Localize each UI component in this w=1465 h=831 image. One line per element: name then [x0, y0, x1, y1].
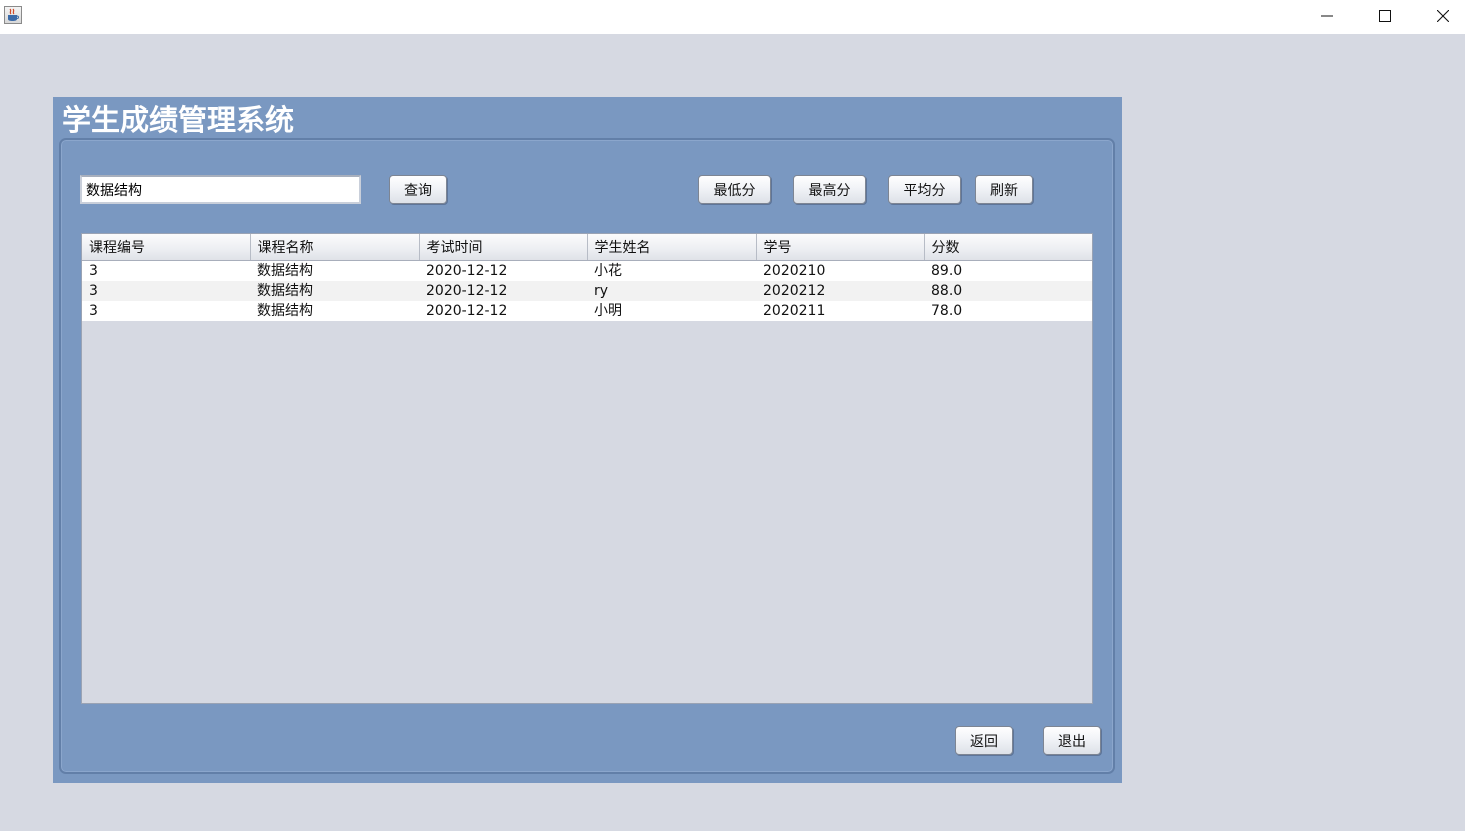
min-score-button[interactable]: 最低分: [698, 175, 771, 204]
table-cell: 2020212: [756, 281, 924, 301]
table-cell: 3: [82, 281, 250, 301]
max-score-button[interactable]: 最高分: [793, 175, 866, 204]
java-cup-icon[interactable]: [4, 6, 22, 24]
table-cell: 小花: [587, 260, 756, 281]
column-header[interactable]: 课程名称: [250, 234, 420, 261]
avg-score-button[interactable]: 平均分: [888, 175, 961, 204]
table-cell: 88.0: [924, 281, 1092, 301]
table-cell: 数据结构: [250, 260, 419, 281]
main-frame: 学生成绩管理系统 查询 最低分 最高分 平均分 刷新 课程编号 课程名称 考试时…: [53, 97, 1122, 783]
table-header-row: 课程编号 课程名称 考试时间 学生姓名 学号 分数: [82, 234, 1092, 261]
close-button[interactable]: [1414, 0, 1465, 32]
column-header[interactable]: 课程编号: [82, 234, 251, 261]
table-cell: 78.0: [924, 301, 1092, 321]
maximize-button[interactable]: [1356, 0, 1414, 32]
table-cell: 数据结构: [250, 301, 419, 321]
refresh-button[interactable]: 刷新: [975, 175, 1033, 204]
table-row[interactable]: 3 数据结构 2020-12-12 小明 2020211 78.0: [82, 301, 1092, 321]
scores-table[interactable]: 课程编号 课程名称 考试时间 学生姓名 学号 分数 3 数据结构 2020-12…: [81, 233, 1093, 704]
column-header[interactable]: 考试时间: [419, 234, 588, 261]
minimize-button[interactable]: [1298, 0, 1356, 32]
table-row[interactable]: 3 数据结构 2020-12-12 小花 2020210 89.0: [82, 260, 1092, 281]
table-cell: 2020211: [756, 301, 924, 321]
table-cell: 3: [82, 260, 250, 281]
column-header[interactable]: 学号: [756, 234, 925, 261]
back-button[interactable]: 返回: [955, 726, 1013, 755]
exit-button[interactable]: 退出: [1043, 726, 1101, 755]
close-icon: [1437, 10, 1449, 22]
table-cell: 2020-12-12: [419, 301, 587, 321]
search-input[interactable]: [80, 175, 361, 204]
table-cell: 2020-12-12: [419, 260, 587, 281]
table-cell: 89.0: [924, 260, 1092, 281]
minimize-icon: [1321, 15, 1333, 17]
table-row[interactable]: 3 数据结构 2020-12-12 ry 2020212 88.0: [82, 281, 1092, 301]
table-cell: 小明: [587, 301, 756, 321]
table-cell: ry: [587, 281, 756, 301]
table-cell: 3: [82, 301, 250, 321]
table-cell: 2020210: [756, 260, 924, 281]
query-button[interactable]: 查询: [389, 175, 447, 204]
page-title: 学生成绩管理系统: [62, 103, 295, 137]
window-titlebar: [0, 0, 1465, 34]
column-header[interactable]: 分数: [924, 234, 1092, 261]
maximize-icon: [1379, 10, 1391, 22]
table-cell: 数据结构: [250, 281, 419, 301]
table-cell: 2020-12-12: [419, 281, 587, 301]
column-header[interactable]: 学生姓名: [587, 234, 757, 261]
